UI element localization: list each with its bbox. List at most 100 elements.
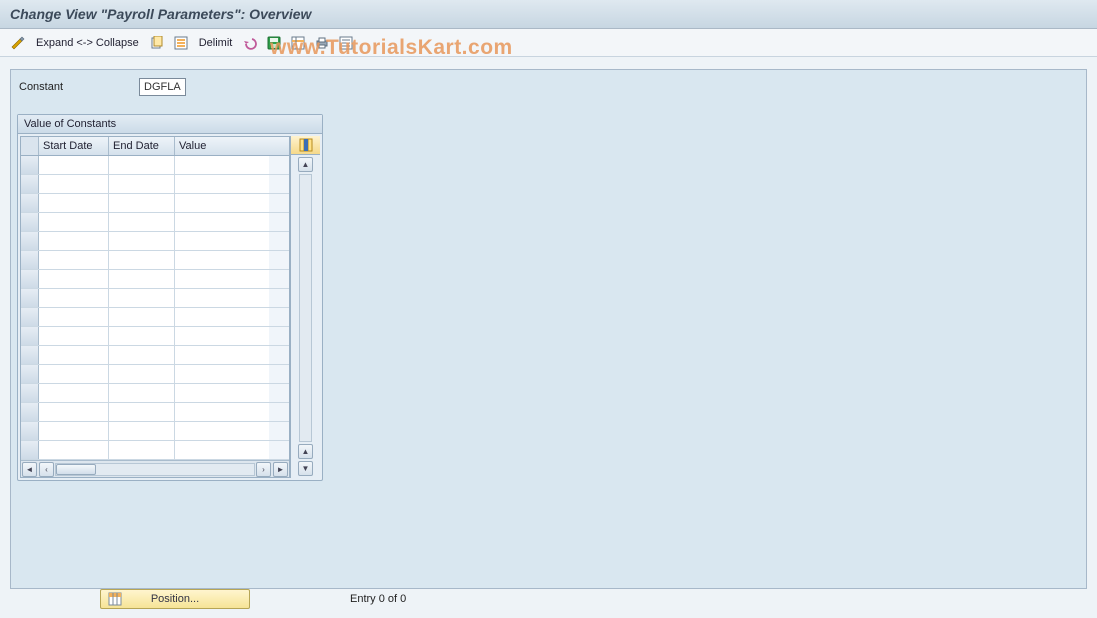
- constant-field-row: Constant DGFLA: [17, 78, 1080, 96]
- cell-end-date[interactable]: [109, 384, 175, 402]
- row-selector[interactable]: [21, 194, 39, 212]
- cell-end-date[interactable]: [109, 156, 175, 174]
- cell-end-date[interactable]: [109, 327, 175, 345]
- cell-start-date[interactable]: [39, 441, 109, 459]
- cell-value[interactable]: [175, 270, 269, 288]
- cell-value[interactable]: [175, 441, 269, 459]
- row-selector[interactable]: [21, 346, 39, 364]
- row-selector[interactable]: [21, 422, 39, 440]
- cell-value[interactable]: [175, 365, 269, 383]
- table-settings-icon[interactable]: [288, 33, 308, 53]
- cell-start-date[interactable]: [39, 213, 109, 231]
- table-row: [21, 441, 289, 460]
- row-selector[interactable]: [21, 327, 39, 345]
- undo-icon[interactable]: [240, 33, 260, 53]
- cell-value[interactable]: [175, 289, 269, 307]
- cell-end-date[interactable]: [109, 346, 175, 364]
- row-selector[interactable]: [21, 403, 39, 421]
- cell-end-date[interactable]: [109, 441, 175, 459]
- row-selector[interactable]: [21, 384, 39, 402]
- cell-end-date[interactable]: [109, 251, 175, 269]
- row-selector[interactable]: [21, 232, 39, 250]
- vscroll-track[interactable]: [299, 174, 312, 442]
- cell-end-date[interactable]: [109, 403, 175, 421]
- cell-start-date[interactable]: [39, 270, 109, 288]
- position-icon: [108, 592, 122, 606]
- cell-start-date[interactable]: [39, 251, 109, 269]
- cell-value[interactable]: [175, 156, 269, 174]
- save-icon[interactable]: [264, 33, 284, 53]
- cell-value[interactable]: [175, 232, 269, 250]
- cell-end-date[interactable]: [109, 194, 175, 212]
- cell-value[interactable]: [175, 403, 269, 421]
- cell-start-date[interactable]: [39, 156, 109, 174]
- position-button[interactable]: Position...: [100, 589, 250, 609]
- cell-value[interactable]: [175, 327, 269, 345]
- cell-value[interactable]: [175, 346, 269, 364]
- row-selector[interactable]: [21, 441, 39, 459]
- cell-end-date[interactable]: [109, 289, 175, 307]
- scroll-left-icon[interactable]: ‹: [39, 462, 54, 477]
- row-selector[interactable]: [21, 270, 39, 288]
- col-value[interactable]: Value: [175, 137, 269, 155]
- cell-end-date[interactable]: [109, 232, 175, 250]
- print-icon[interactable]: [312, 33, 332, 53]
- cell-start-date[interactable]: [39, 327, 109, 345]
- scroll-last-icon[interactable]: ►: [273, 462, 288, 477]
- scroll-up-icon[interactable]: ▲: [298, 157, 313, 172]
- toggle-display-change-icon[interactable]: [8, 33, 28, 53]
- cell-value[interactable]: [175, 251, 269, 269]
- cell-value[interactable]: [175, 422, 269, 440]
- vertical-scrollbar[interactable]: ▲ ▲ ▼: [291, 155, 320, 478]
- select-all-icon[interactable]: [171, 33, 191, 53]
- constant-value[interactable]: DGFLA: [139, 78, 186, 96]
- cell-value[interactable]: [175, 308, 269, 326]
- scroll-track[interactable]: [55, 463, 255, 476]
- cell-start-date[interactable]: [39, 175, 109, 193]
- cell-start-date[interactable]: [39, 365, 109, 383]
- cell-value[interactable]: [175, 175, 269, 193]
- cell-end-date[interactable]: [109, 365, 175, 383]
- expand-collapse-button[interactable]: Expand <-> Collapse: [32, 37, 143, 49]
- cell-end-date[interactable]: [109, 175, 175, 193]
- cell-start-date[interactable]: [39, 194, 109, 212]
- table-row: [21, 251, 289, 270]
- row-selector[interactable]: [21, 289, 39, 307]
- cell-start-date[interactable]: [39, 308, 109, 326]
- row-selector[interactable]: [21, 156, 39, 174]
- copy-icon[interactable]: [147, 33, 167, 53]
- select-all-header[interactable]: [21, 137, 39, 155]
- scroll-down-icon[interactable]: ▼: [298, 461, 313, 476]
- row-selector[interactable]: [21, 251, 39, 269]
- cell-end-date[interactable]: [109, 422, 175, 440]
- cell-end-date[interactable]: [109, 308, 175, 326]
- list-icon[interactable]: [336, 33, 356, 53]
- cell-start-date[interactable]: [39, 232, 109, 250]
- cell-end-date[interactable]: [109, 270, 175, 288]
- page-title: Change View "Payroll Parameters": Overvi…: [0, 0, 1097, 29]
- scroll-right-icon[interactable]: ›: [256, 462, 271, 477]
- cell-start-date[interactable]: [39, 403, 109, 421]
- col-start-date[interactable]: Start Date: [39, 137, 109, 155]
- table-row: [21, 213, 289, 232]
- delimit-button[interactable]: Delimit: [195, 37, 237, 49]
- row-selector[interactable]: [21, 365, 39, 383]
- scroll-thumb[interactable]: [56, 464, 96, 475]
- table-row: [21, 270, 289, 289]
- row-selector[interactable]: [21, 308, 39, 326]
- col-end-date[interactable]: End Date: [109, 137, 175, 155]
- cell-value[interactable]: [175, 194, 269, 212]
- scroll-down-up-icon[interactable]: ▲: [298, 444, 313, 459]
- scroll-first-icon[interactable]: ◄: [22, 462, 37, 477]
- horizontal-scrollbar[interactable]: ◄ ‹ › ►: [21, 460, 289, 477]
- cell-start-date[interactable]: [39, 422, 109, 440]
- cell-start-date[interactable]: [39, 289, 109, 307]
- configure-columns-icon[interactable]: [291, 136, 320, 155]
- row-selector[interactable]: [21, 175, 39, 193]
- cell-start-date[interactable]: [39, 346, 109, 364]
- cell-value[interactable]: [175, 384, 269, 402]
- cell-end-date[interactable]: [109, 213, 175, 231]
- cell-value[interactable]: [175, 213, 269, 231]
- cell-start-date[interactable]: [39, 384, 109, 402]
- row-selector[interactable]: [21, 213, 39, 231]
